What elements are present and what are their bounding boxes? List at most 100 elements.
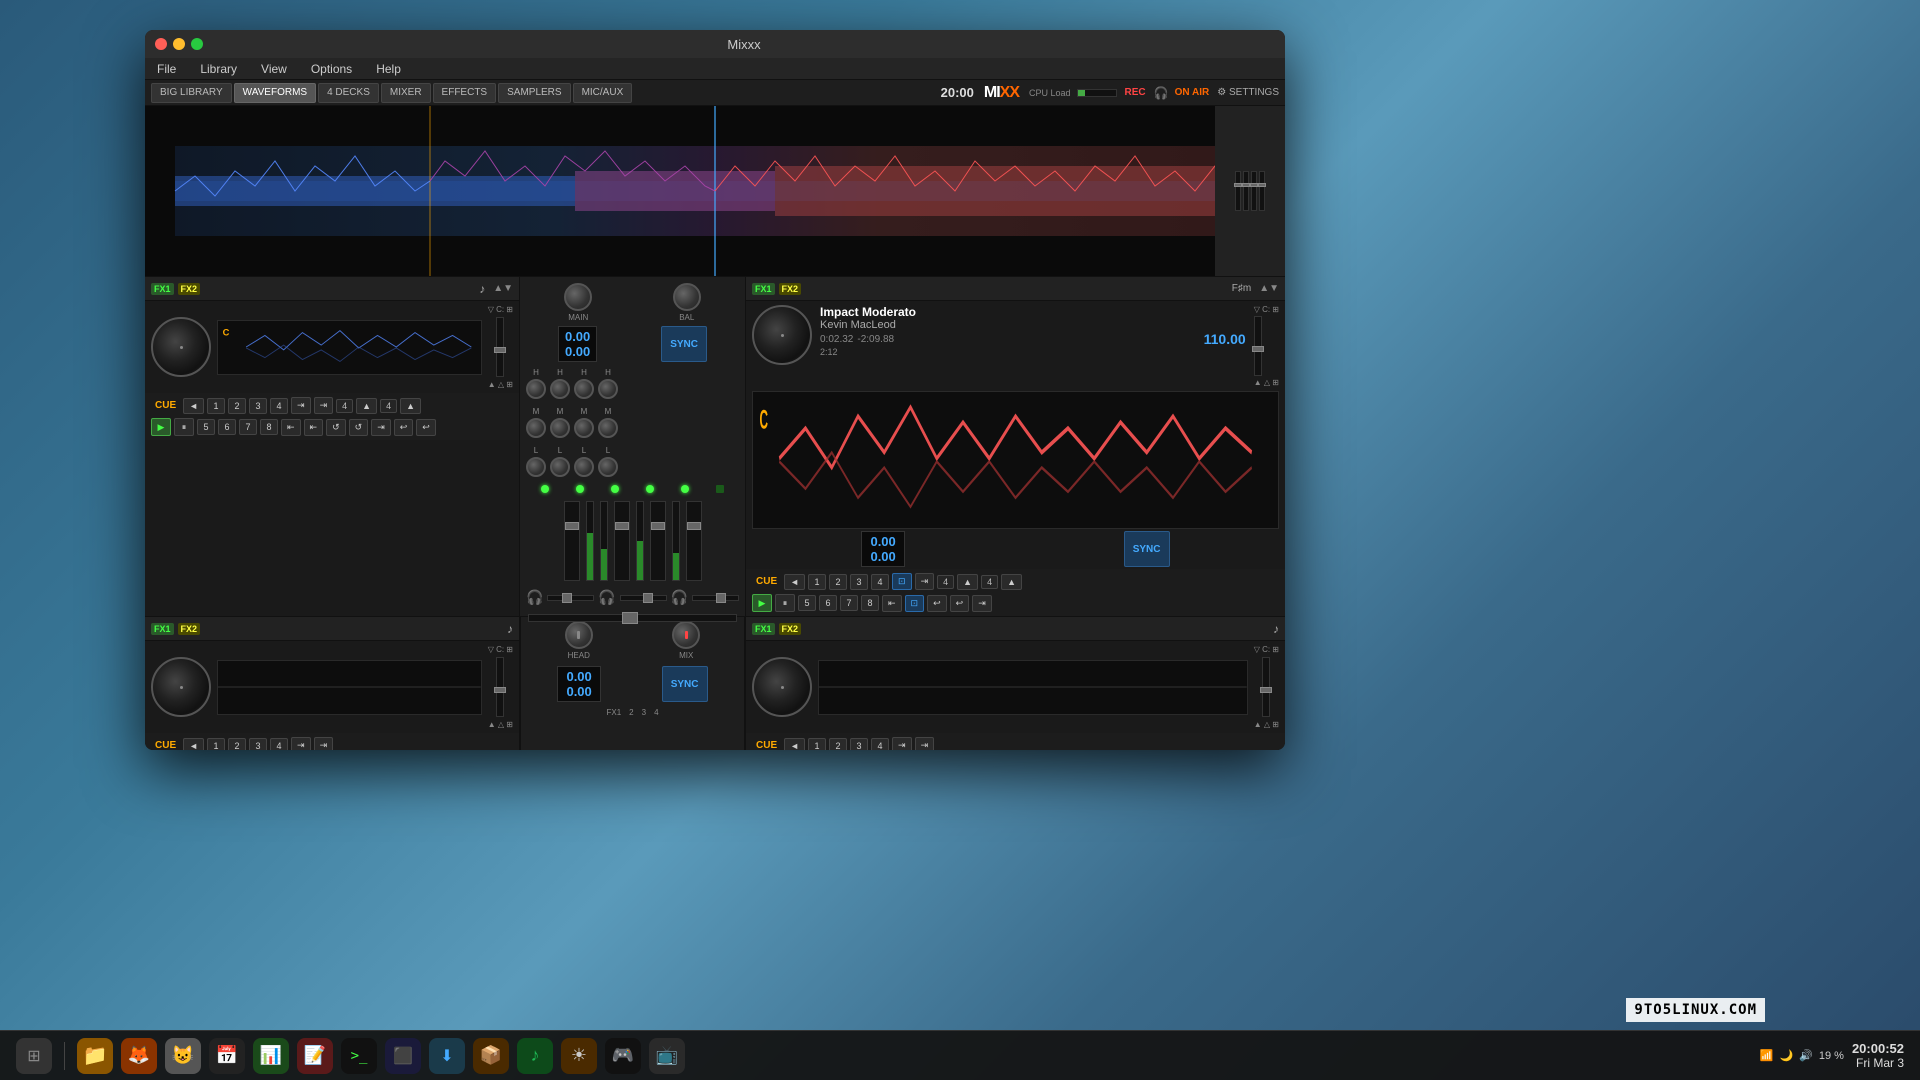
taskbar-editor[interactable]: 📝 (297, 1038, 333, 1074)
eq-l2-knob[interactable] (550, 457, 570, 477)
deck2-hotcue-3[interactable]: 3 (850, 574, 868, 590)
taskbar-spotify[interactable]: ♪ (517, 1038, 553, 1074)
eq-m3-knob[interactable] (574, 418, 594, 438)
deck2-hotcue-1[interactable]: 1 (808, 574, 826, 590)
deck2-transport-8[interactable]: 8 (861, 595, 879, 611)
crossfader-thumb[interactable] (622, 612, 638, 624)
taskbar-monitor[interactable]: 📺 (649, 1038, 685, 1074)
deck2-hotcue-2[interactable]: 2 (829, 574, 847, 590)
ch-fader-3-thumb[interactable] (651, 522, 665, 530)
taskbar-downloader[interactable]: ⬇ (429, 1038, 465, 1074)
eq-thumb-1[interactable] (1234, 183, 1242, 187)
ch-fader-4-thumb[interactable] (687, 522, 701, 530)
deck1-hotcue-1[interactable]: 1 (207, 398, 225, 414)
settings-button[interactable]: ⚙ SETTINGS (1217, 87, 1279, 98)
taskbar-app-grid[interactable]: ⊞ (16, 1038, 52, 1074)
taskbar-faces[interactable]: 😺 (165, 1038, 201, 1074)
deck2-extra2[interactable]: ↩ (950, 595, 970, 612)
hp-fader-3-thumb[interactable] (716, 593, 726, 603)
deck2-loop-active[interactable]: ⊡ (892, 573, 912, 590)
taskbar-files[interactable]: 📁 (77, 1038, 113, 1074)
deck4-pitch-thumb[interactable] (1260, 687, 1272, 693)
deck1-transport-7[interactable]: 7 (239, 419, 257, 435)
deck2-transport-6[interactable]: 6 (819, 595, 837, 611)
deck2-pause-btn[interactable]: ⏸ (775, 594, 795, 612)
deck3-hotcue-1[interactable]: 1 (207, 738, 225, 751)
eq-h4-knob[interactable] (598, 379, 618, 399)
deck4-headphone-icon[interactable]: ♪ (1273, 622, 1279, 636)
tab-mixer[interactable]: MIXER (381, 83, 431, 103)
hp-fader-3-track[interactable] (692, 595, 739, 601)
minimize-button[interactable] (173, 38, 185, 50)
deck2-loop-size2[interactable]: 4 (981, 575, 998, 589)
deck3-hotcue-2[interactable]: 2 (228, 738, 246, 751)
deck1-transport-5[interactable]: 5 (197, 419, 215, 435)
deck1-vinyl[interactable] (151, 317, 211, 377)
ch-fader-4[interactable] (686, 501, 702, 581)
deck1-hotcue-3[interactable]: 3 (249, 398, 267, 414)
taskbar-steam[interactable]: 🎮 (605, 1038, 641, 1074)
taskbar-system[interactable]: ☀ (561, 1038, 597, 1074)
ch-fader-2[interactable] (614, 501, 630, 581)
hp-fader-2-thumb[interactable] (643, 593, 653, 603)
menu-library[interactable]: Library (196, 60, 241, 78)
eq-slider-3[interactable] (1251, 171, 1257, 211)
deck3-hotcue-4[interactable]: 4 (270, 738, 288, 751)
deck1-loop-size2[interactable]: 4 (380, 399, 397, 413)
menu-help[interactable]: Help (372, 60, 405, 78)
deck2-hotcue-4[interactable]: 4 (871, 574, 889, 590)
deck1-beatjump-icon[interactable]: ⇥ (291, 397, 311, 414)
deck1-beatjump-icon2[interactable]: ⇥ (314, 397, 334, 414)
taskbar-calendar[interactable]: 📅 (209, 1038, 245, 1074)
deck4-beatjump2[interactable]: ⇥ (915, 737, 935, 750)
deck1-extra1[interactable]: ⇥ (371, 419, 391, 436)
deck4-hotcue-1[interactable]: 1 (808, 738, 826, 751)
deck3-fx2-badge[interactable]: FX2 (178, 623, 201, 635)
deck4-fx2-badge[interactable]: FX2 (779, 623, 802, 635)
taskbar-vm[interactable]: ⬛ (385, 1038, 421, 1074)
deck2-transport-5[interactable]: 5 (798, 595, 816, 611)
eq-m4-knob[interactable] (598, 418, 618, 438)
eq-thumb-2[interactable] (1242, 183, 1250, 187)
deck1-pause-btn[interactable]: ⏸ (174, 418, 194, 436)
deck2-loop-active-2[interactable]: ⊡ (905, 595, 925, 612)
taskbar-spreadsheet[interactable]: 📊 (253, 1038, 289, 1074)
deck1-play-btn[interactable]: ▶ (151, 418, 171, 436)
deck2-loop-arrow[interactable]: ⇥ (915, 573, 935, 590)
tab-waveforms[interactable]: WAVEFORMS (234, 83, 316, 103)
close-button[interactable] (155, 38, 167, 50)
eq-l-knob[interactable] (526, 457, 546, 477)
deck4-beatjump[interactable]: ⇥ (892, 737, 912, 750)
crossfader-track[interactable] (528, 614, 737, 622)
deck3-hotcue-3[interactable]: 3 (249, 738, 267, 751)
deck3-headphone-icon[interactable]: ♪ (507, 622, 513, 636)
deck1-fx1-badge[interactable]: FX1 (151, 283, 174, 295)
deck3-vinyl[interactable] (151, 657, 211, 717)
deck3-cue-prev[interactable]: ◄ (183, 738, 204, 751)
eq-thumb-3[interactable] (1250, 183, 1258, 187)
ch-fader-1[interactable] (564, 501, 580, 581)
deck3-pitch-thumb[interactable] (494, 687, 506, 693)
deck2-sync-btn[interactable]: SYNC (1124, 531, 1170, 567)
tab-4decks[interactable]: 4 DECKS (318, 83, 379, 103)
deck1-loop-size[interactable]: 4 (336, 399, 353, 413)
deck1-rev-icon[interactable]: ⇤ (281, 419, 301, 436)
deck1-fx2-badge[interactable]: FX2 (178, 283, 201, 295)
deck4-hotcue-2[interactable]: 2 (829, 738, 847, 751)
deck1-loop-icon2[interactable]: ↺ (349, 419, 369, 436)
deck1-pitch-slider[interactable] (496, 317, 504, 377)
deck2-pitch-slider[interactable] (1254, 316, 1262, 376)
eq-slider-1[interactable] (1235, 171, 1241, 211)
tab-samplers[interactable]: SAMPLERS (498, 83, 570, 103)
mixer-bal-knob[interactable] (673, 283, 701, 311)
eq-m-knob[interactable] (526, 418, 546, 438)
deck1-loop-down[interactable]: ▲ (400, 398, 421, 414)
ch-fader-2-thumb[interactable] (615, 522, 629, 530)
tab-effects[interactable]: EFFECTS (433, 83, 497, 103)
tab-big-library[interactable]: BIG LIBRARY (151, 83, 232, 103)
deck1-transport-6[interactable]: 6 (218, 419, 236, 435)
eq-h3-knob[interactable] (574, 379, 594, 399)
eq-thumb-4[interactable] (1258, 183, 1266, 187)
deck4-fx1-badge[interactable]: FX1 (752, 623, 775, 635)
deck1-cue-prev[interactable]: ◄ (183, 398, 204, 414)
